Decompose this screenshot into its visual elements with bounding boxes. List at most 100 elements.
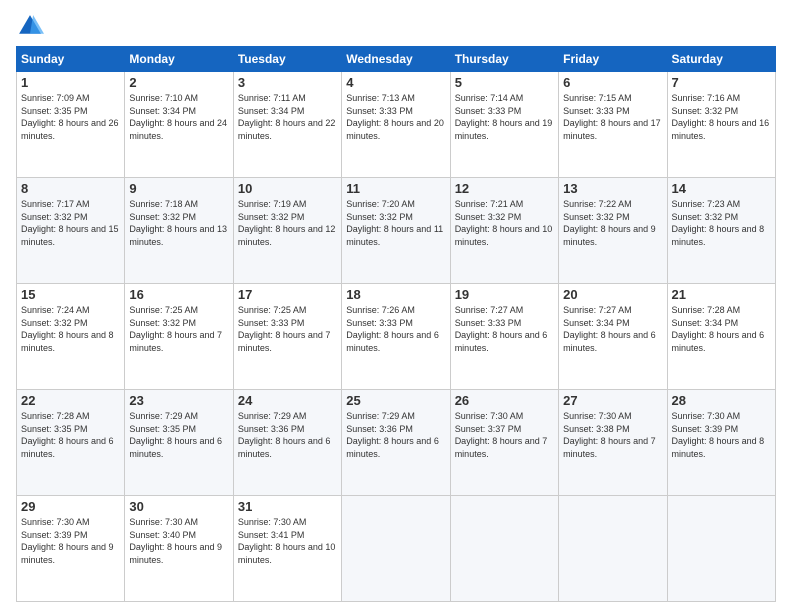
day-number: 8 [21, 181, 120, 196]
sunset-label: Sunset: [346, 212, 379, 222]
sunset-label: Sunset: [21, 212, 54, 222]
day-info: Sunrise: 7:30 AM Sunset: 3:41 PM Dayligh… [238, 516, 337, 566]
sunset-label: Sunset: [455, 424, 488, 434]
sunrise-time: 7:10 AM [165, 93, 198, 103]
sunrise-time: 7:27 AM [599, 305, 632, 315]
day-number: 27 [563, 393, 662, 408]
day-number: 5 [455, 75, 554, 90]
logo-icon [16, 12, 44, 40]
daylight-label: Daylight: 8 hours and 7 minutes. [129, 330, 222, 353]
sunset-time: 3:39 PM [705, 424, 739, 434]
sunset-label: Sunset: [21, 106, 54, 116]
sunrise-label: Sunrise: [21, 411, 57, 421]
day-number: 23 [129, 393, 228, 408]
sunrise-label: Sunrise: [21, 93, 57, 103]
calendar-day-cell [342, 496, 450, 602]
day-info: Sunrise: 7:30 AM Sunset: 3:39 PM Dayligh… [672, 410, 771, 460]
sunrise-label: Sunrise: [129, 517, 165, 527]
sunset-time: 3:33 PM [488, 106, 522, 116]
sunrise-label: Sunrise: [129, 305, 165, 315]
day-info: Sunrise: 7:14 AM Sunset: 3:33 PM Dayligh… [455, 92, 554, 142]
calendar-day-header: Friday [559, 47, 667, 72]
calendar-day-cell: 29 Sunrise: 7:30 AM Sunset: 3:39 PM Dayl… [17, 496, 125, 602]
daylight-label: Daylight: 8 hours and 12 minutes. [238, 224, 336, 247]
sunset-label: Sunset: [346, 318, 379, 328]
sunrise-time: 7:26 AM [382, 305, 415, 315]
calendar-day-cell: 30 Sunrise: 7:30 AM Sunset: 3:40 PM Dayl… [125, 496, 233, 602]
day-number: 21 [672, 287, 771, 302]
sunset-label: Sunset: [672, 318, 705, 328]
daylight-label: Daylight: 8 hours and 6 minutes. [238, 436, 331, 459]
daylight-label: Daylight: 8 hours and 6 minutes. [346, 436, 439, 459]
sunrise-label: Sunrise: [455, 93, 491, 103]
sunrise-time: 7:16 AM [707, 93, 740, 103]
sunrise-label: Sunrise: [21, 199, 57, 209]
sunrise-label: Sunrise: [346, 305, 382, 315]
daylight-label: Daylight: 8 hours and 10 minutes. [238, 542, 336, 565]
day-info: Sunrise: 7:19 AM Sunset: 3:32 PM Dayligh… [238, 198, 337, 248]
sunset-time: 3:32 PM [271, 212, 305, 222]
calendar-table: SundayMondayTuesdayWednesdayThursdayFrid… [16, 46, 776, 602]
sunrise-label: Sunrise: [21, 305, 57, 315]
calendar-day-cell: 21 Sunrise: 7:28 AM Sunset: 3:34 PM Dayl… [667, 284, 775, 390]
day-info: Sunrise: 7:18 AM Sunset: 3:32 PM Dayligh… [129, 198, 228, 248]
calendar-day-cell: 9 Sunrise: 7:18 AM Sunset: 3:32 PM Dayli… [125, 178, 233, 284]
sunset-time: 3:37 PM [488, 424, 522, 434]
sunset-label: Sunset: [455, 106, 488, 116]
sunset-time: 3:34 PM [596, 318, 630, 328]
calendar-day-header: Monday [125, 47, 233, 72]
sunrise-label: Sunrise: [129, 411, 165, 421]
day-number: 3 [238, 75, 337, 90]
sunrise-time: 7:13 AM [382, 93, 415, 103]
daylight-label: Daylight: 8 hours and 7 minutes. [563, 436, 656, 459]
daylight-label: Daylight: 8 hours and 6 minutes. [455, 330, 548, 353]
day-info: Sunrise: 7:25 AM Sunset: 3:32 PM Dayligh… [129, 304, 228, 354]
calendar-day-cell: 24 Sunrise: 7:29 AM Sunset: 3:36 PM Dayl… [233, 390, 341, 496]
sunrise-time: 7:29 AM [382, 411, 415, 421]
daylight-label: Daylight: 8 hours and 11 minutes. [346, 224, 443, 247]
sunrise-label: Sunrise: [346, 199, 382, 209]
sunset-time: 3:32 PM [54, 212, 88, 222]
day-info: Sunrise: 7:29 AM Sunset: 3:36 PM Dayligh… [346, 410, 445, 460]
sunset-time: 3:32 PM [488, 212, 522, 222]
calendar-day-cell: 4 Sunrise: 7:13 AM Sunset: 3:33 PM Dayli… [342, 72, 450, 178]
sunset-label: Sunset: [21, 530, 54, 540]
sunrise-time: 7:30 AM [273, 517, 306, 527]
day-info: Sunrise: 7:30 AM Sunset: 3:38 PM Dayligh… [563, 410, 662, 460]
calendar-day-cell: 1 Sunrise: 7:09 AM Sunset: 3:35 PM Dayli… [17, 72, 125, 178]
sunrise-time: 7:11 AM [273, 93, 305, 103]
day-number: 2 [129, 75, 228, 90]
daylight-label: Daylight: 8 hours and 6 minutes. [129, 436, 222, 459]
day-number: 19 [455, 287, 554, 302]
calendar-day-cell: 5 Sunrise: 7:14 AM Sunset: 3:33 PM Dayli… [450, 72, 558, 178]
day-number: 24 [238, 393, 337, 408]
day-number: 9 [129, 181, 228, 196]
sunset-time: 3:35 PM [54, 106, 88, 116]
daylight-label: Daylight: 8 hours and 6 minutes. [21, 436, 114, 459]
sunset-time: 3:36 PM [379, 424, 413, 434]
daylight-label: Daylight: 8 hours and 15 minutes. [21, 224, 119, 247]
day-info: Sunrise: 7:30 AM Sunset: 3:37 PM Dayligh… [455, 410, 554, 460]
sunset-label: Sunset: [21, 318, 54, 328]
sunset-label: Sunset: [129, 530, 162, 540]
day-info: Sunrise: 7:27 AM Sunset: 3:34 PM Dayligh… [563, 304, 662, 354]
sunrise-time: 7:19 AM [273, 199, 306, 209]
calendar-day-cell: 15 Sunrise: 7:24 AM Sunset: 3:32 PM Dayl… [17, 284, 125, 390]
day-info: Sunrise: 7:29 AM Sunset: 3:35 PM Dayligh… [129, 410, 228, 460]
sunrise-label: Sunrise: [455, 199, 491, 209]
calendar-day-header: Thursday [450, 47, 558, 72]
sunset-label: Sunset: [238, 212, 271, 222]
daylight-label: Daylight: 8 hours and 13 minutes. [129, 224, 227, 247]
daylight-label: Daylight: 8 hours and 24 minutes. [129, 118, 227, 141]
daylight-label: Daylight: 8 hours and 9 minutes. [21, 542, 114, 565]
sunrise-label: Sunrise: [563, 93, 599, 103]
day-number: 26 [455, 393, 554, 408]
calendar-day-cell: 28 Sunrise: 7:30 AM Sunset: 3:39 PM Dayl… [667, 390, 775, 496]
day-number: 1 [21, 75, 120, 90]
sunset-label: Sunset: [672, 424, 705, 434]
day-info: Sunrise: 7:25 AM Sunset: 3:33 PM Dayligh… [238, 304, 337, 354]
day-info: Sunrise: 7:26 AM Sunset: 3:33 PM Dayligh… [346, 304, 445, 354]
calendar-day-cell: 10 Sunrise: 7:19 AM Sunset: 3:32 PM Dayl… [233, 178, 341, 284]
sunset-label: Sunset: [238, 318, 271, 328]
day-number: 28 [672, 393, 771, 408]
